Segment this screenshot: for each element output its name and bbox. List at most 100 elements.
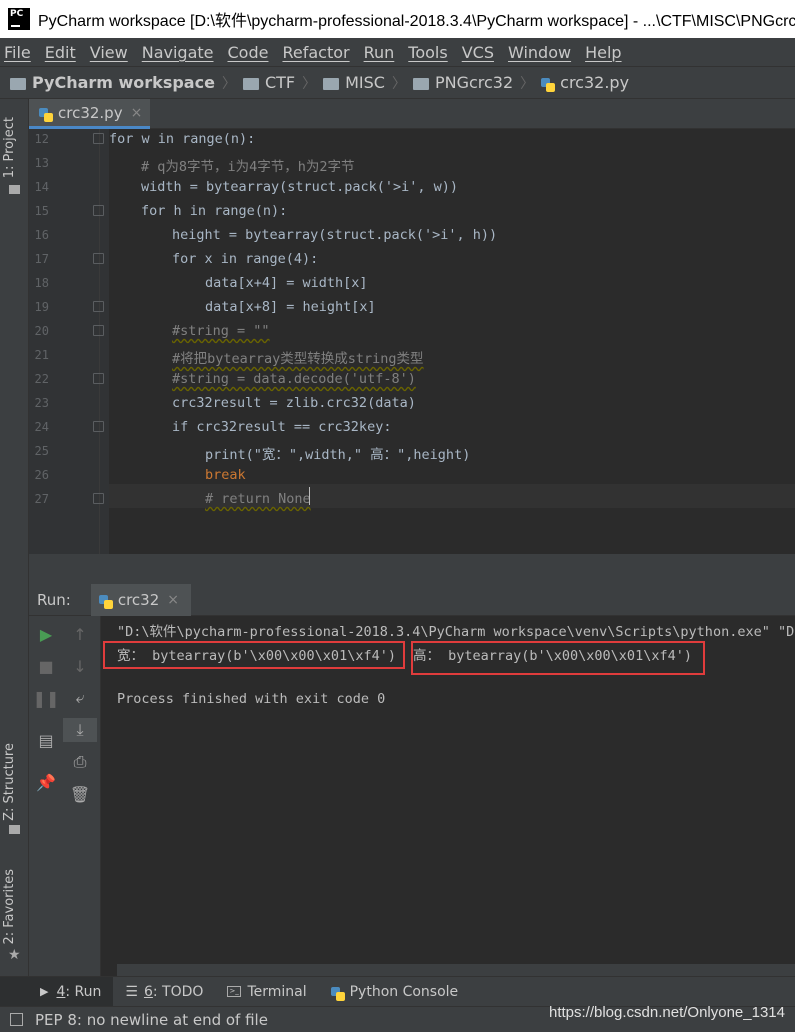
folder-icon — [242, 77, 259, 90]
line-number: 22 — [34, 372, 49, 386]
layout-icon[interactable]: ▤ — [29, 728, 63, 752]
arrow-up-icon[interactable]: ↑ — [63, 622, 97, 646]
chevron-right-icon: 〉 — [520, 75, 535, 92]
run-panel-label: Run: — [37, 590, 71, 609]
pause-icon[interactable]: ❚❚ — [29, 686, 63, 710]
breadcrumb-pngcrc32[interactable]: PNGcrc32 — [435, 73, 513, 92]
menu-file[interactable]: File — [4, 43, 31, 62]
tool-tab-run[interactable]: ▶ 4: Run — [0, 976, 114, 1007]
arrow-down-icon[interactable]: ↓ — [63, 654, 97, 678]
tab-label: Python Console — [349, 983, 459, 1000]
code-line: for w in range(n): — [109, 131, 256, 147]
python-file-icon — [39, 107, 53, 122]
code-line: # return None — [205, 491, 311, 507]
code-line: print("宽：",width," 高：",height) — [205, 447, 471, 463]
tab-key: 4 — [56, 983, 66, 1000]
favorites-tool-tab[interactable]: 2: Favorites — [2, 869, 17, 945]
fold-marker-icon[interactable] — [93, 133, 104, 144]
indent-guide — [99, 129, 100, 554]
menu-view[interactable]: View — [90, 43, 128, 62]
console-command: "D:\软件\pycharm-professional-2018.3.4\PyC… — [117, 624, 795, 640]
close-icon[interactable]: × — [167, 592, 179, 608]
breadcrumb-file[interactable]: crc32.py — [560, 73, 629, 92]
fold-marker-icon[interactable] — [93, 205, 104, 216]
folder-icon — [412, 77, 429, 90]
stop-icon[interactable]: ■ — [29, 654, 63, 678]
close-icon[interactable]: × — [131, 105, 143, 121]
fold-marker-icon[interactable] — [93, 301, 104, 312]
chevron-right-icon: 〉 — [221, 75, 236, 92]
tab-label: : TODO — [152, 983, 204, 1000]
menu-navigate[interactable]: Navigate — [142, 43, 214, 62]
code-editor[interactable]: 12 13 14 15 16 17 18 19 20 21 22 23 24 2… — [29, 129, 795, 554]
project-tool-tab[interactable]: 1: Project — [2, 117, 17, 178]
horizontal-scrollbar[interactable] — [117, 964, 795, 976]
project-icon — [9, 185, 20, 194]
left-tool-strip: 1: Project Z: Structure 2: Favorites ★ — [0, 99, 29, 976]
play-icon: ▶ — [40, 985, 49, 998]
python-console-icon — [330, 986, 345, 1001]
chevron-right-icon: 〉 — [391, 75, 406, 92]
rerun-icon[interactable]: ▶ — [29, 622, 63, 646]
line-number: 17 — [34, 252, 49, 266]
line-number: 14 — [34, 180, 49, 194]
code-line: crc32result = zlib.crc32(data) — [172, 395, 416, 411]
fold-marker-icon[interactable] — [93, 325, 104, 336]
editor-tab-crc32[interactable]: crc32.py × — [29, 99, 150, 129]
tab-key: 6 — [143, 983, 153, 1000]
menu-vcs[interactable]: VCS — [462, 43, 494, 62]
code-line: for h in range(n): — [141, 203, 288, 219]
structure-tool-tab[interactable]: Z: Structure — [2, 743, 17, 821]
scroll-to-end-icon[interactable]: ⤓ — [63, 718, 97, 742]
pin-icon[interactable]: 📌 — [29, 770, 63, 794]
code-line: if crc32result == crc32key: — [172, 419, 392, 435]
breadcrumb-ctf[interactable]: CTF — [265, 73, 295, 92]
trash-icon[interactable]: 🗑 — [63, 782, 97, 806]
console-finish-message: Process finished with exit code 0 — [117, 691, 386, 707]
folder-icon — [10, 77, 26, 90]
tab-label: : Run — [65, 983, 102, 1000]
menu-tools[interactable]: Tools — [408, 43, 447, 62]
tool-tab-terminal[interactable]: >_ Terminal — [215, 977, 318, 1007]
soft-wrap-icon[interactable]: ⤶ — [63, 686, 97, 710]
code-line: # q为8字节，i为4字节，h为2字节 — [141, 159, 355, 175]
breadcrumb-misc[interactable]: MISC — [345, 73, 385, 92]
tool-tab-todo[interactable]: ☰ 6: TODO — [113, 977, 215, 1007]
fold-marker-icon[interactable] — [93, 373, 104, 384]
pycharm-logo-icon: PC — [8, 8, 30, 30]
structure-icon — [9, 825, 20, 834]
code-line: data[x+4] = width[x] — [205, 275, 368, 291]
code-line: #string = "" — [172, 323, 270, 339]
fold-marker-icon[interactable] — [93, 493, 104, 504]
tool-tab-python-console[interactable]: Python Console — [319, 977, 471, 1007]
code-line: width = bytearray(struct.pack('>i', w)) — [141, 179, 458, 195]
line-number: 21 — [34, 348, 49, 362]
menu-edit[interactable]: Edit — [45, 43, 76, 62]
fold-marker-icon[interactable] — [93, 421, 104, 432]
menu-help[interactable]: Help — [585, 43, 621, 62]
menu-refactor[interactable]: Refactor — [282, 43, 349, 62]
line-number: 13 — [34, 156, 49, 170]
editor-tab-label: crc32.py — [58, 103, 123, 122]
status-message: PEP 8: no newline at end of file — [35, 1010, 268, 1029]
run-panel-header: Run: crc32 × — [29, 583, 795, 616]
menu-code[interactable]: Code — [228, 43, 269, 62]
menu-run[interactable]: Run — [364, 43, 395, 62]
watermark: https://blog.csdn.net/Onlyone_1314 — [548, 1004, 785, 1021]
console-output[interactable]: "D:\软件\pycharm-professional-2018.3.4\PyC… — [101, 616, 795, 964]
code-line: data[x+8] = height[x] — [205, 299, 376, 315]
line-number: 19 — [34, 300, 49, 314]
print-icon[interactable]: ⎙ — [63, 750, 97, 774]
python-file-icon — [541, 77, 556, 92]
fold-marker-icon[interactable] — [93, 253, 104, 264]
breadcrumb-project[interactable]: PyCharm workspace — [32, 73, 215, 92]
line-number: 16 — [34, 228, 49, 242]
line-number: 12 — [34, 132, 49, 146]
run-toolbar-secondary: ↑ ↓ ⤶ ⤓ ⎙ 🗑 — [63, 616, 101, 976]
toggle-panel-icon[interactable] — [10, 1013, 23, 1026]
panel-splitter[interactable] — [29, 554, 795, 584]
run-toolbar-primary: ▶ ■ ❚❚ ▤ 📌 — [29, 616, 63, 976]
run-tab-crc32[interactable]: crc32 × — [90, 583, 191, 616]
menu-window[interactable]: Window — [508, 43, 571, 62]
menu-bar: File Edit View Navigate Code Refactor Ru… — [0, 38, 795, 66]
